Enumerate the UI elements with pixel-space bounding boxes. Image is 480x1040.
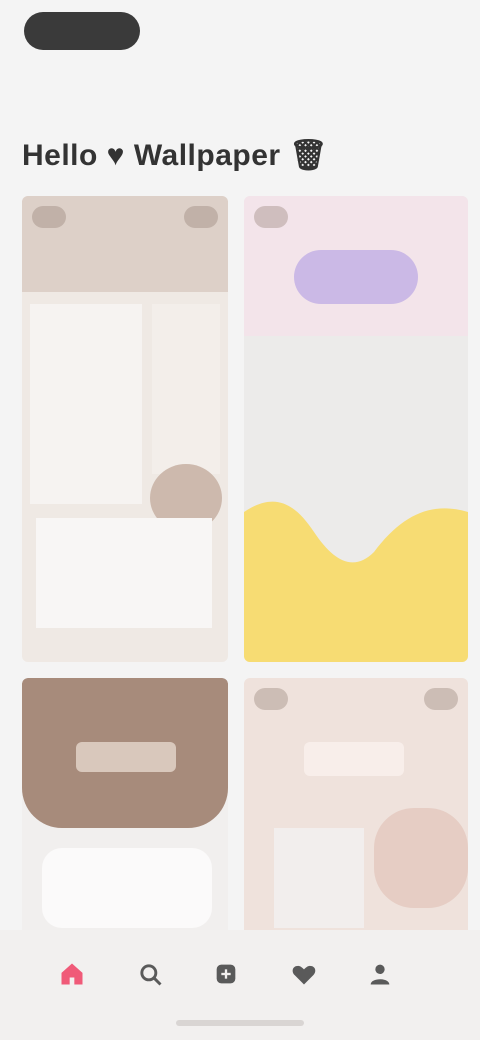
- favorites-icon: [292, 965, 316, 985]
- add-icon: [216, 964, 236, 984]
- card-art: [30, 304, 142, 504]
- wallpaper-grid: [22, 196, 468, 936]
- nav-favorites[interactable]: [286, 956, 322, 992]
- card-badge: [254, 206, 288, 228]
- card-art: [304, 742, 404, 776]
- card-art: [42, 848, 212, 928]
- card-badge: [254, 688, 288, 710]
- wallpaper-card[interactable]: [22, 678, 228, 936]
- card-art: [374, 808, 468, 908]
- search-icon: [140, 964, 162, 986]
- home-icon: [61, 963, 83, 985]
- wallpaper-card[interactable]: [244, 678, 468, 936]
- nav-home[interactable]: [54, 956, 90, 992]
- card-badge: [184, 206, 218, 228]
- nav-profile[interactable]: [362, 956, 398, 992]
- card-badge: [32, 206, 66, 228]
- card-art: [36, 518, 212, 628]
- page-title: Hello ♥ Wallpaper 🗑: [22, 139, 328, 172]
- nav-add[interactable]: [208, 956, 244, 992]
- wallpaper-card[interactable]: [244, 196, 468, 662]
- card-art: [152, 304, 220, 474]
- card-art: [274, 828, 364, 928]
- card-art: [76, 742, 176, 772]
- profile-icon: [370, 964, 390, 985]
- card-art: [294, 250, 418, 304]
- wallpaper-card[interactable]: [22, 196, 228, 662]
- dynamic-island: [24, 12, 140, 50]
- bottom-nav: [0, 930, 480, 1040]
- card-art: [244, 501, 468, 662]
- card-badge: [424, 688, 458, 710]
- nav-search[interactable]: [132, 956, 168, 992]
- home-indicator: [176, 1020, 304, 1026]
